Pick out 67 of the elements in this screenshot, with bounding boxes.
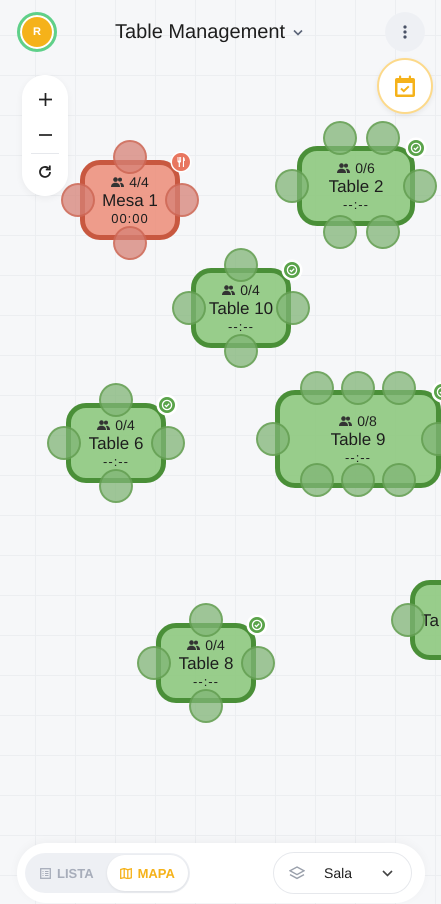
seat — [151, 426, 185, 460]
chevron-down-icon — [293, 28, 304, 36]
people-icon — [222, 284, 236, 294]
occupancy-count: 0/4 — [205, 636, 225, 652]
seat — [382, 371, 416, 405]
seat — [300, 371, 334, 405]
seat — [403, 169, 437, 203]
seat — [224, 248, 258, 282]
occupancy-count: 4/4 — [129, 174, 149, 190]
check-badge-icon — [405, 137, 427, 159]
table-name: Table 2 — [328, 176, 384, 196]
map-icon — [120, 868, 132, 878]
seat — [323, 121, 357, 155]
seat — [341, 371, 375, 405]
seat — [366, 215, 400, 249]
check-badge-icon — [246, 614, 268, 636]
check-badge-icon — [156, 394, 178, 416]
plus-icon — [38, 92, 52, 106]
layers-icon — [289, 866, 305, 880]
seat — [189, 603, 223, 637]
seat — [137, 646, 171, 680]
check-badge-icon — [281, 259, 303, 281]
occupancy-count: 0/4 — [115, 416, 135, 432]
seat — [276, 291, 310, 325]
minus-icon — [38, 134, 52, 136]
table-name: Mesa 1 — [102, 190, 158, 210]
table-name: Table 10 — [208, 298, 274, 318]
occupancy-count: 0/6 — [355, 160, 375, 176]
table-time: --:-- — [103, 454, 129, 470]
seat — [113, 140, 147, 174]
people-icon — [97, 420, 110, 430]
occupancy-count: 0/4 — [240, 282, 260, 298]
people-icon — [339, 416, 352, 426]
people-icon — [111, 176, 124, 186]
seat — [113, 226, 147, 260]
list-icon — [40, 868, 51, 878]
table-time: --:-- — [228, 318, 254, 334]
seat — [47, 426, 81, 460]
table-name: Table 9 — [330, 428, 386, 450]
table-time: --:-- — [343, 196, 369, 212]
people-icon — [187, 640, 200, 650]
more-vertical-icon — [403, 25, 407, 39]
table-name: Ta — [421, 610, 439, 630]
refresh-icon — [38, 165, 52, 179]
seat — [224, 334, 258, 368]
people-icon — [337, 162, 350, 172]
table-time: 00:00 — [111, 210, 149, 226]
seat — [165, 183, 199, 217]
utensils-badge-icon — [170, 151, 192, 173]
area-dropdown[interactable]: Sala — [273, 852, 412, 894]
table-time: --:-- — [193, 674, 219, 690]
seat — [366, 121, 400, 155]
table-name: Table 8 — [178, 652, 234, 674]
seat — [241, 646, 275, 680]
seat — [189, 689, 223, 723]
seat — [172, 291, 206, 325]
seat — [99, 469, 133, 503]
chevron-down-icon — [382, 870, 393, 876]
occupancy-count: 0/8 — [357, 412, 377, 428]
seat — [256, 422, 290, 456]
table-name: Table 6 — [88, 432, 144, 454]
seat — [323, 215, 357, 249]
seat — [275, 169, 309, 203]
seat — [99, 383, 133, 417]
calendar-check-icon — [394, 74, 416, 98]
title-dropdown[interactable]: Table Management — [115, 20, 385, 44]
table-time: --:-- — [345, 450, 371, 466]
